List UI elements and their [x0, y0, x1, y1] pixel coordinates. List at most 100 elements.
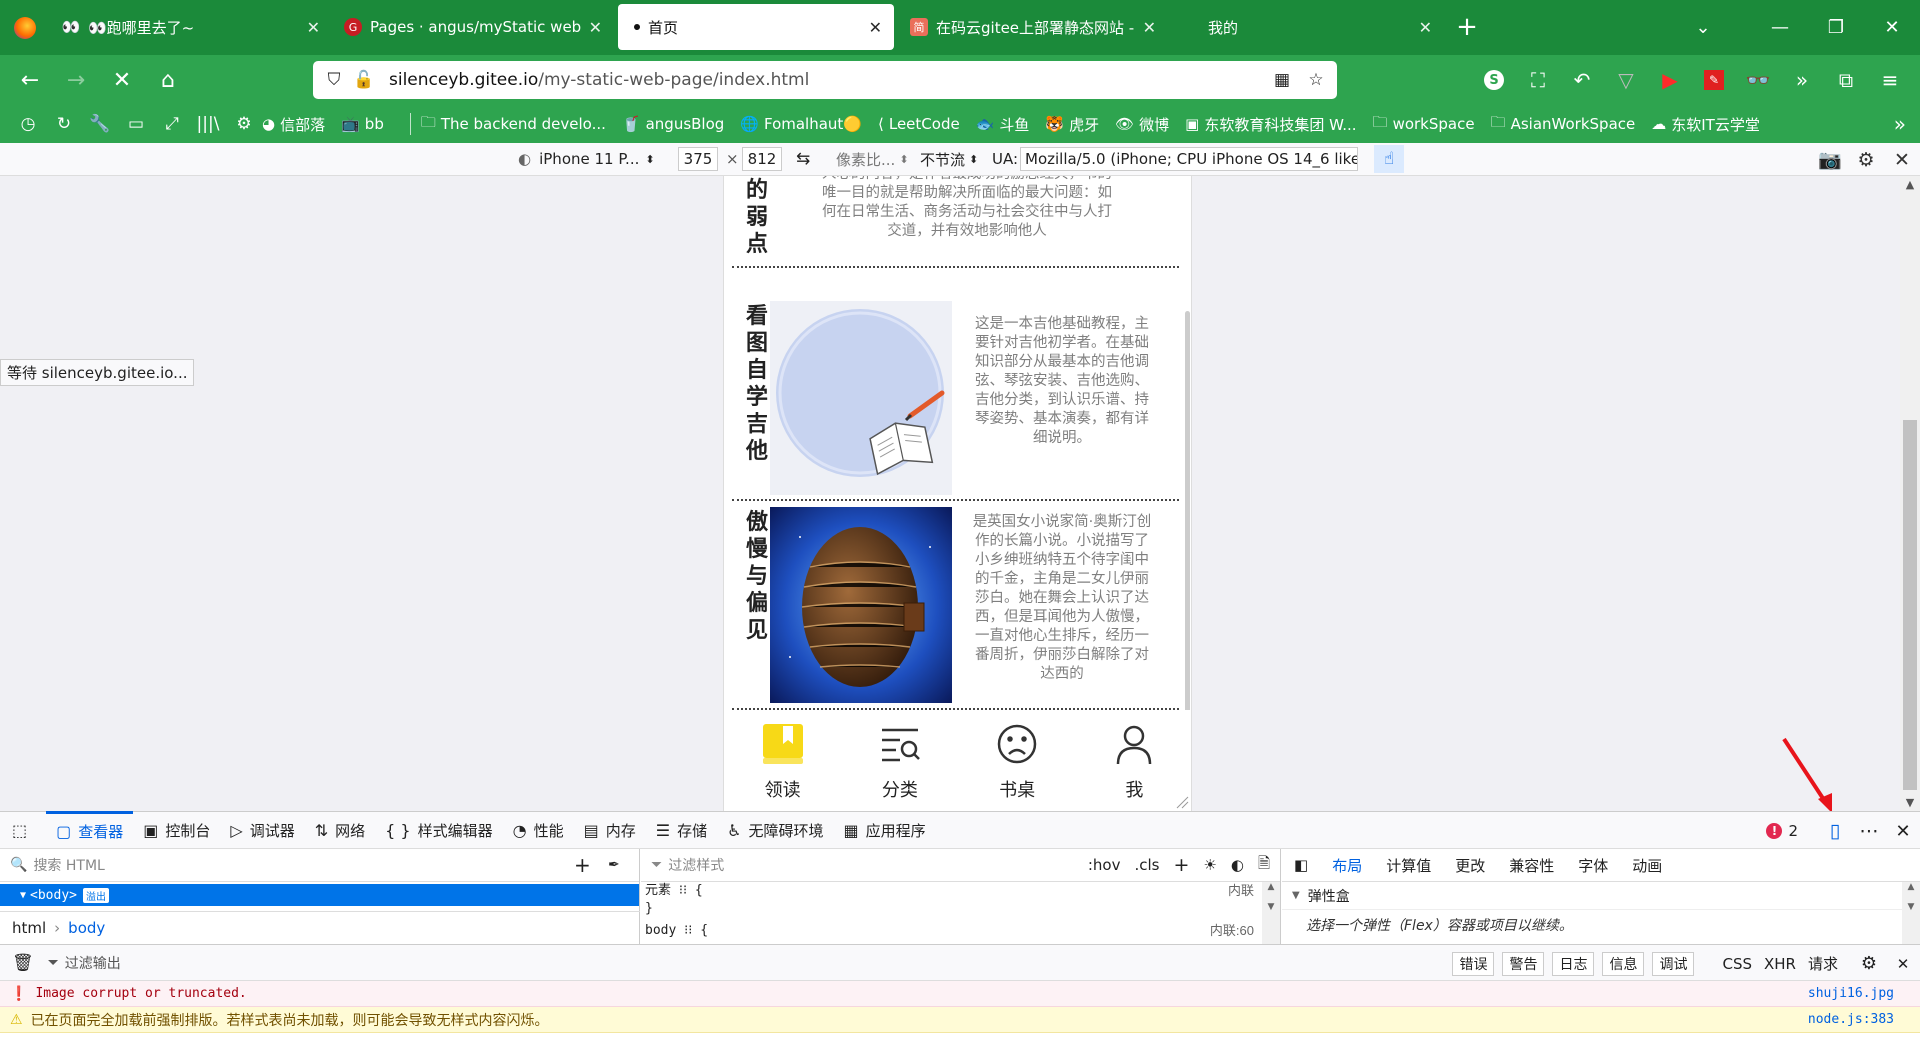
dpr-selector[interactable]: 像素比... ⬍ — [836, 149, 909, 170]
tab-changes[interactable]: 更改 — [1455, 855, 1485, 876]
resize-icon[interactable]: ⤢ — [154, 114, 190, 134]
book-item[interactable]: 看图自学吉他 这是一本吉他基础教程，主要针对吉他初学者。在基础知识部分从最基本的… — [732, 297, 1179, 501]
tab-lingdu[interactable]: 领读 — [724, 710, 841, 811]
tab-3-active[interactable]: 首页 ✕ — [618, 4, 894, 50]
history-icon[interactable]: ◷ — [10, 114, 46, 134]
message-source-link[interactable]: node.js:383 — [1808, 1012, 1894, 1027]
css-rule-line[interactable]: body ⁝⁝ {内联:60 — [641, 922, 1280, 940]
url-bar[interactable]: ⛉ 🔓 silenceyb.gitee.io/my-static-web-pag… — [313, 61, 1337, 99]
viewport-width-input[interactable]: 375 — [678, 147, 718, 171]
close-tab-icon[interactable]: ✕ — [869, 18, 882, 37]
library-icon[interactable]: |||\ — [190, 114, 226, 134]
cls-toggle[interactable]: .cls — [1134, 856, 1159, 874]
tab-fenlei[interactable]: 分类 — [841, 710, 958, 811]
screenshot-icon[interactable]: 📷 — [1812, 148, 1848, 171]
bookmark-folder[interactable]: 🗀 AsianWorkSpace — [1491, 112, 1636, 137]
responsive-design-toggle-icon[interactable]: ▯ — [1818, 820, 1852, 842]
more-options-icon[interactable]: ⋯ — [1852, 820, 1886, 842]
rules-scrollbar[interactable]: ▲ ▼ — [1262, 882, 1280, 944]
tab-computed[interactable]: 计算值 — [1386, 855, 1431, 876]
bookmark-item[interactable]: 👁 微博 — [1115, 114, 1169, 135]
mask-extension-icon[interactable]: 👓 — [1736, 58, 1780, 102]
filter-css[interactable]: CSS — [1722, 955, 1752, 973]
insecure-lock-icon[interactable]: 🔓 — [353, 69, 375, 91]
tab-performance[interactable]: ◔ 性能 — [503, 811, 574, 849]
eyedropper-icon[interactable]: ✒ — [608, 857, 620, 873]
minimize-button[interactable]: — — [1752, 0, 1808, 55]
css-rule-line[interactable]: 元素 ⁝⁝ {内联 — [641, 882, 1280, 900]
url-text[interactable]: silenceyb.gitee.io/my-static-web-page/in… — [389, 70, 809, 90]
hov-toggle[interactable]: :hov — [1088, 856, 1121, 874]
print-media-icon[interactable]: 🗎 — [1258, 853, 1270, 878]
shield-icon[interactable]: ⛉ — [323, 69, 345, 91]
console-error-message[interactable]: ❗ Image corrupt or truncated. shuji16.jp… — [0, 981, 1920, 1007]
tab-fonts[interactable]: 字体 — [1578, 855, 1608, 876]
sync-icon[interactable]: ↻ — [46, 114, 82, 134]
console-settings-icon[interactable]: ⚙ — [1852, 953, 1886, 974]
layout-scrollbar[interactable]: ▲ ▼ — [1902, 882, 1920, 944]
user-agent-input[interactable]: Mozilla/5.0 (iPhone; CPU iPhone OS 14_6 … — [1020, 147, 1358, 171]
selected-node-row[interactable]: ▼ <body> 溢出 — [0, 884, 639, 906]
wrench-icon[interactable]: 🔧 — [82, 114, 118, 134]
undo-icon[interactable]: ↶ — [1560, 58, 1604, 102]
breadcrumb-body[interactable]: body — [68, 919, 105, 937]
sidebar-toggle-icon[interactable]: ◧ — [1294, 856, 1308, 874]
bookmark-item[interactable]: ◕ 信部落 — [262, 114, 325, 135]
bookmark-item[interactable]: 📺 bb — [341, 115, 384, 133]
rotate-icon[interactable]: ⇆ — [796, 149, 810, 169]
flexbox-section-header[interactable]: ▼ 弹性盒 — [1282, 882, 1920, 910]
bookmark-item[interactable]: 🐟 斗鱼 — [976, 114, 1030, 135]
extensions-puzzle-icon[interactable]: ⧉ — [1824, 58, 1868, 102]
bookmark-star-icon[interactable]: ☆ — [1305, 69, 1327, 91]
qr-code-icon[interactable]: ▦ — [1271, 69, 1293, 91]
more-bookmarks-icon[interactable]: » — [1894, 112, 1906, 136]
pick-element-button[interactable]: ⬚ — [0, 811, 46, 849]
tab-2[interactable]: G Pages · angus/myStatic web p ✕ — [332, 4, 614, 50]
bookmark-item[interactable]: ▣ 东软教育科技集团 W... — [1185, 114, 1356, 135]
window-close-button[interactable]: ✕ — [1864, 0, 1920, 55]
tab-application[interactable]: ▦ 应用程序 — [833, 811, 935, 849]
list-all-tabs-button[interactable]: ⌄ — [1678, 0, 1728, 55]
hamburger-menu-icon[interactable]: ≡ — [1868, 58, 1912, 102]
crop-icon[interactable]: ⛶ — [1516, 58, 1560, 102]
dark-scheme-icon[interactable]: ◐ — [1231, 856, 1244, 874]
close-tab-icon[interactable]: ✕ — [1419, 18, 1432, 37]
light-scheme-icon[interactable]: ☀ — [1203, 856, 1216, 874]
tab-5[interactable]: 我的 ✕ — [1168, 4, 1444, 50]
inner-scrollbar[interactable] — [1185, 311, 1190, 731]
settings-gear-icon[interactable]: ⚙ — [1848, 149, 1884, 171]
restore-button[interactable]: ❐ — [1808, 0, 1864, 55]
gear-icon[interactable]: ⚙ — [226, 114, 262, 134]
sidebar-icon[interactable]: ▭ — [118, 114, 154, 134]
level-error[interactable]: 错误 — [1452, 951, 1495, 976]
viewport-height-input[interactable]: 812 — [742, 147, 782, 171]
home-button[interactable]: ⌂ — [148, 60, 188, 100]
close-devtools-icon[interactable]: ✕ — [1886, 821, 1920, 842]
tab-memory[interactable]: ▤ 内存 — [574, 811, 646, 849]
extension-s-icon[interactable]: S — [1472, 58, 1516, 102]
back-button[interactable]: ← — [10, 60, 50, 100]
html-search[interactable]: 🔍 搜索 HTML + ✒ — [0, 849, 639, 882]
tab-4[interactable]: 简 在码云gitee上部署静态网站 - 简 ✕ — [898, 4, 1168, 50]
level-log[interactable]: 日志 — [1552, 951, 1595, 976]
bookmark-item[interactable]: 🌐 Fomalhaut🟡 — [740, 115, 862, 133]
tab-accessibility[interactable]: ♿ 无障碍环境 — [717, 811, 833, 849]
filter-requests[interactable]: 请求 — [1808, 953, 1838, 974]
forward-button[interactable]: → — [56, 60, 96, 100]
tab-layout[interactable]: 布局 — [1332, 855, 1362, 876]
breadcrumb-html[interactable]: html — [12, 919, 46, 937]
console-warning-message[interactable]: ⚠ 已在页面完全加载前强制排版。若样式表尚未加载，则可能会导致无样式内容闪烁。 … — [0, 1007, 1920, 1033]
rule-source[interactable]: 内联 — [1228, 882, 1254, 900]
console-filter-input[interactable]: 过滤输出 — [65, 953, 121, 973]
tab-animations[interactable]: 动画 — [1632, 855, 1662, 876]
close-rdm-icon[interactable]: ✕ — [1884, 149, 1920, 171]
bookmark-item[interactable]: ☁ 东软IT云学堂 — [1651, 114, 1760, 135]
close-split-console-icon[interactable]: ✕ — [1886, 955, 1920, 973]
firefox-menu[interactable] — [0, 0, 50, 55]
error-count-badge[interactable]: ! 2 — [1766, 822, 1798, 840]
bookmark-item[interactable]: 🥤 angusBlog — [622, 115, 724, 133]
add-node-icon[interactable]: + — [574, 853, 591, 877]
bookmark-folder[interactable]: 🗀 The backend develo... — [421, 112, 606, 137]
add-rule-icon[interactable]: + — [1173, 854, 1189, 876]
level-info[interactable]: 信息 — [1602, 951, 1645, 976]
